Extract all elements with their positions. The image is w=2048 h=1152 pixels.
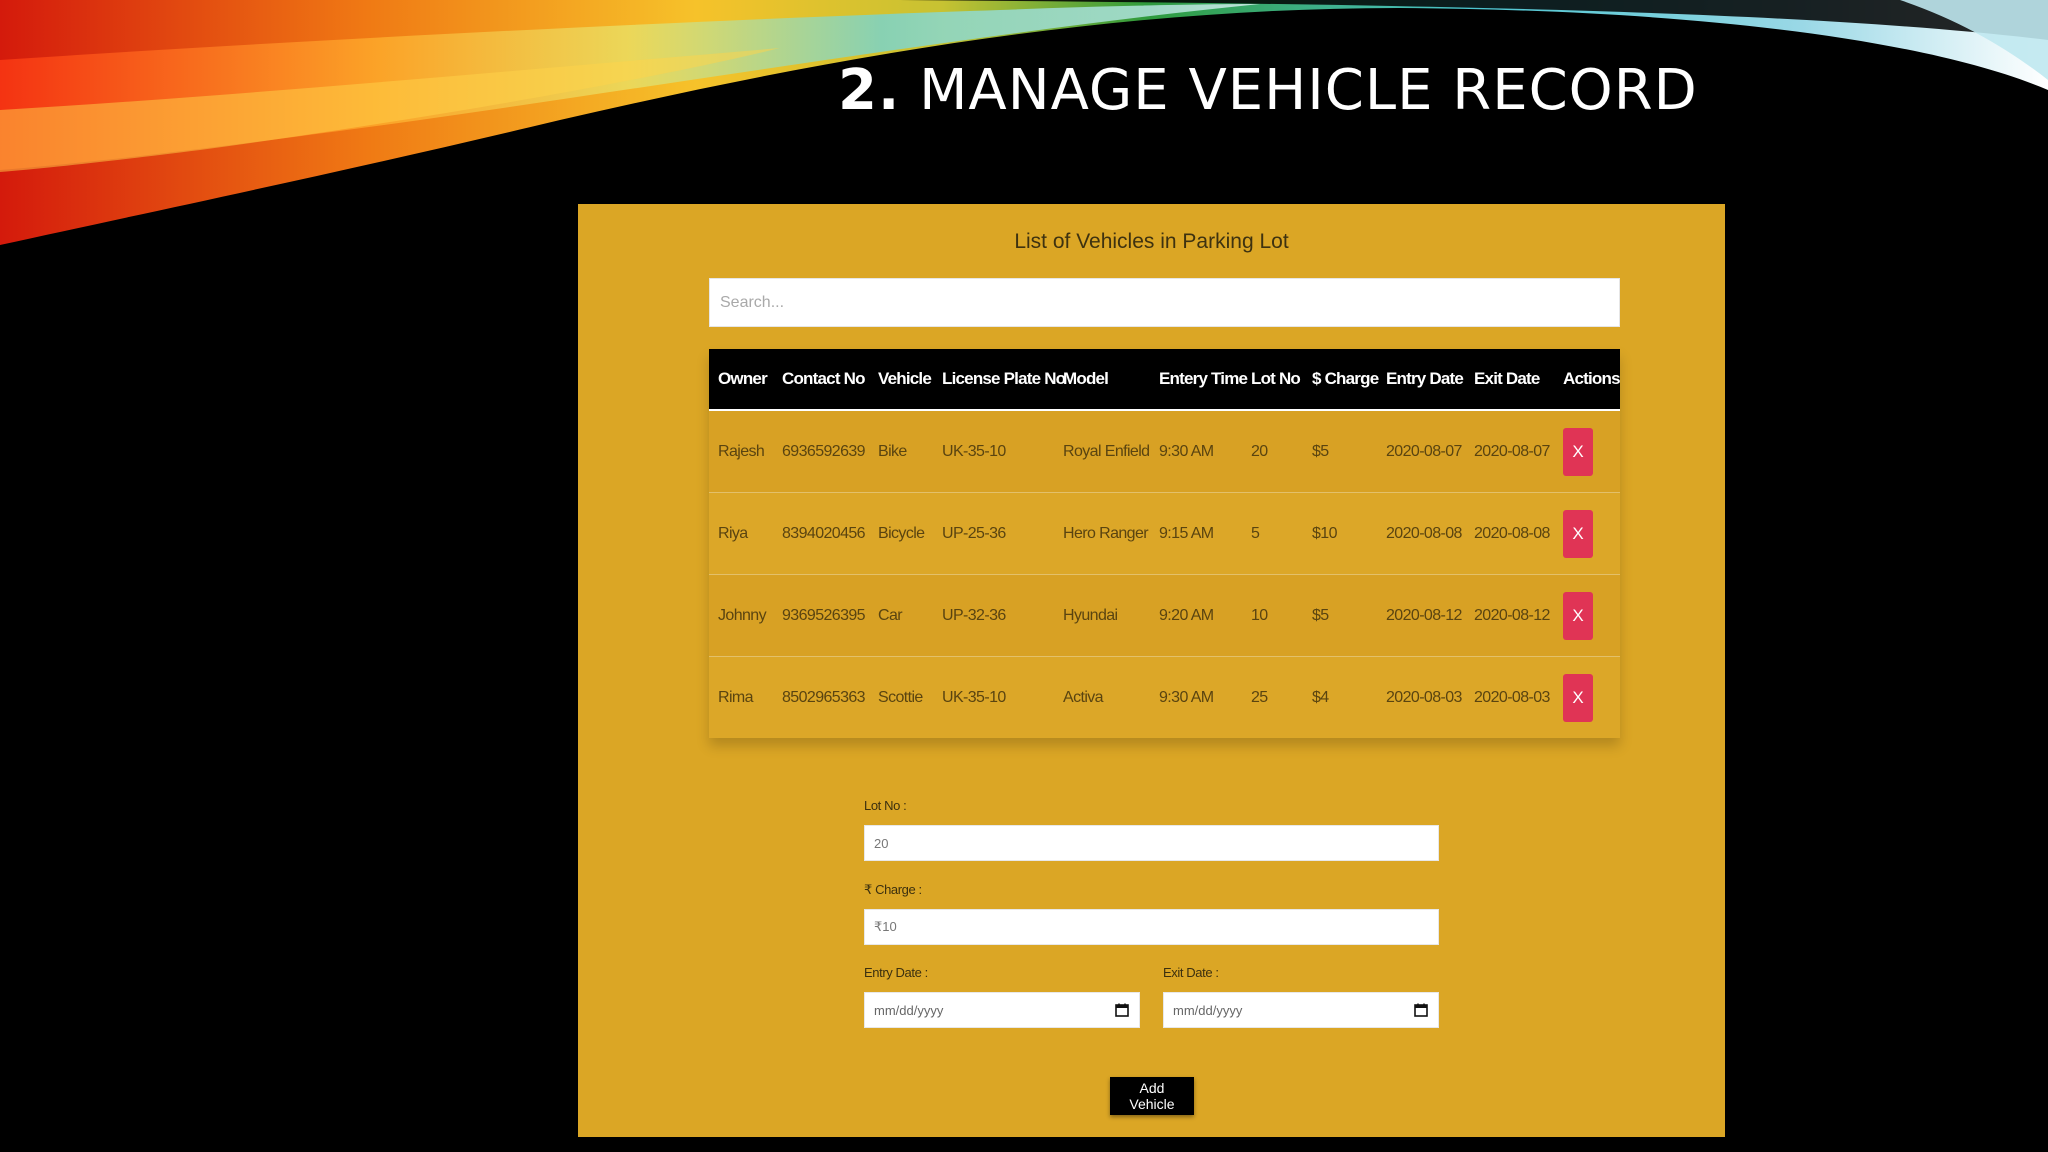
- cell-actions: X: [1554, 574, 1620, 657]
- cell-vehicle: Bike: [869, 410, 933, 493]
- cell-entry-time: 9:30 AM: [1150, 656, 1242, 738]
- cell-exit-date: 2020-08-07: [1465, 410, 1554, 493]
- cell-exit-date: 2020-08-03: [1465, 656, 1554, 738]
- cell-actions: X: [1554, 492, 1620, 575]
- column-header-owner: Owner: [709, 349, 773, 411]
- cell-contact: 8394020456: [773, 492, 869, 575]
- cell-model: Hero Ranger: [1054, 492, 1150, 575]
- column-header-charge: $ Charge: [1303, 349, 1379, 411]
- cell-lot: 25: [1242, 656, 1303, 738]
- cell-entry-time: 9:30 AM: [1150, 410, 1242, 493]
- cell-exit-date: 2020-08-12: [1465, 574, 1554, 657]
- delete-button[interactable]: X: [1563, 509, 1593, 558]
- cell-charge: $5: [1303, 410, 1377, 493]
- cell-vehicle: Bicycle: [869, 492, 933, 575]
- column-header-actions: Actions: [1554, 349, 1621, 411]
- exit-date-input[interactable]: mm/dd/yyyy: [1163, 992, 1439, 1028]
- calendar-icon[interactable]: [1413, 1002, 1429, 1018]
- cell-lot: 5: [1242, 492, 1303, 575]
- cell-charge: $4: [1303, 656, 1377, 738]
- cell-actions: X: [1554, 656, 1620, 738]
- column-header-lot: Lot No: [1242, 349, 1303, 411]
- lot-number-label: Lot No :: [864, 798, 907, 813]
- cell-contact: 6936592639: [773, 410, 869, 493]
- cell-entry-date: 2020-08-03: [1377, 656, 1465, 738]
- column-header-plate: License Plate No: [933, 349, 1066, 411]
- exit-date-label: Exit Date :: [1163, 965, 1219, 980]
- vehicle-table: Owner Contact No Vehicle License Plate N…: [709, 349, 1621, 738]
- column-header-vehicle: Vehicle: [869, 349, 933, 411]
- exit-date-placeholder: mm/dd/yyyy: [1173, 1002, 1243, 1018]
- cell-vehicle: Scottie: [869, 656, 933, 738]
- cell-plate: UP-25-36: [933, 492, 1054, 575]
- cell-entry-time: 9:15 AM: [1150, 492, 1242, 575]
- cell-vehicle: Car: [869, 574, 933, 657]
- vehicle-manager-panel: List of Vehicles in Parking Lot Owner Co…: [578, 204, 1725, 1137]
- cell-owner: Rajesh: [709, 410, 773, 493]
- cell-charge: $5: [1303, 574, 1377, 657]
- cell-entry-date: 2020-08-08: [1377, 492, 1465, 575]
- column-header-entry-time: Entery Time: [1150, 349, 1248, 411]
- table-row: Rajesh 6936592639 Bike UK-35-10 Royal En…: [709, 410, 1620, 493]
- cell-plate: UP-32-36: [933, 574, 1054, 657]
- vehicle-table-container: Owner Contact No Vehicle License Plate N…: [709, 349, 1621, 738]
- entry-date-input[interactable]: mm/dd/yyyy: [864, 992, 1140, 1028]
- cell-plate: UK-35-10: [933, 410, 1054, 493]
- entry-date-placeholder: mm/dd/yyyy: [874, 1002, 944, 1018]
- cell-model: Hyundai: [1054, 574, 1150, 657]
- cell-entry-date: 2020-08-12: [1377, 574, 1465, 657]
- table-row: Rima 8502965363 Scottie UK-35-10 Activa …: [709, 656, 1620, 738]
- table-row: Johnny 9369526395 Car UP-32-36 Hyundai 9…: [709, 574, 1620, 657]
- column-header-model: Model: [1054, 349, 1150, 411]
- column-header-entry-date: Entry Date: [1377, 349, 1465, 411]
- cell-charge: $10: [1303, 492, 1377, 575]
- search-input[interactable]: [709, 278, 1620, 327]
- slide-title: 2. MANAGE VEHICLE RECORD: [838, 58, 1698, 123]
- slide-title-text: MANAGE VEHICLE RECORD: [919, 58, 1698, 123]
- table-header-row: Owner Contact No Vehicle License Plate N…: [709, 349, 1621, 411]
- column-header-contact: Contact No: [773, 349, 869, 411]
- cell-entry-time: 9:20 AM: [1150, 574, 1242, 657]
- delete-button[interactable]: X: [1563, 591, 1593, 640]
- cell-exit-date: 2020-08-08: [1465, 492, 1554, 575]
- page-heading: List of Vehicles in Parking Lot: [1014, 230, 1289, 253]
- column-header-exit-date: Exit Date: [1465, 349, 1554, 411]
- calendar-icon[interactable]: [1114, 1002, 1130, 1018]
- cell-plate: UK-35-10: [933, 656, 1054, 738]
- add-vehicle-button[interactable]: Add Vehicle: [1110, 1077, 1194, 1115]
- charge-input[interactable]: [864, 909, 1439, 945]
- cell-owner: Rima: [709, 656, 773, 738]
- cell-model: Royal Enfield: [1054, 410, 1150, 493]
- table-row: Riya 8394020456 Bicycle UP-25-36 Hero Ra…: [709, 492, 1620, 575]
- cell-entry-date: 2020-08-07: [1377, 410, 1465, 493]
- cell-lot: 20: [1242, 410, 1303, 493]
- cell-lot: 10: [1242, 574, 1303, 657]
- cell-contact: 8502965363: [773, 656, 869, 738]
- cell-owner: Johnny: [709, 574, 773, 657]
- entry-date-label: Entry Date :: [864, 965, 928, 980]
- cell-model: Activa: [1054, 656, 1150, 738]
- cell-contact: 9369526395: [773, 574, 869, 657]
- lot-number-input[interactable]: [864, 825, 1439, 861]
- cell-actions: X: [1554, 410, 1620, 493]
- charge-label: ₹ Charge :: [864, 882, 922, 897]
- slide-number: 2.: [838, 58, 901, 123]
- delete-button[interactable]: X: [1563, 427, 1593, 476]
- cell-owner: Riya: [709, 492, 773, 575]
- delete-button[interactable]: X: [1563, 673, 1593, 722]
